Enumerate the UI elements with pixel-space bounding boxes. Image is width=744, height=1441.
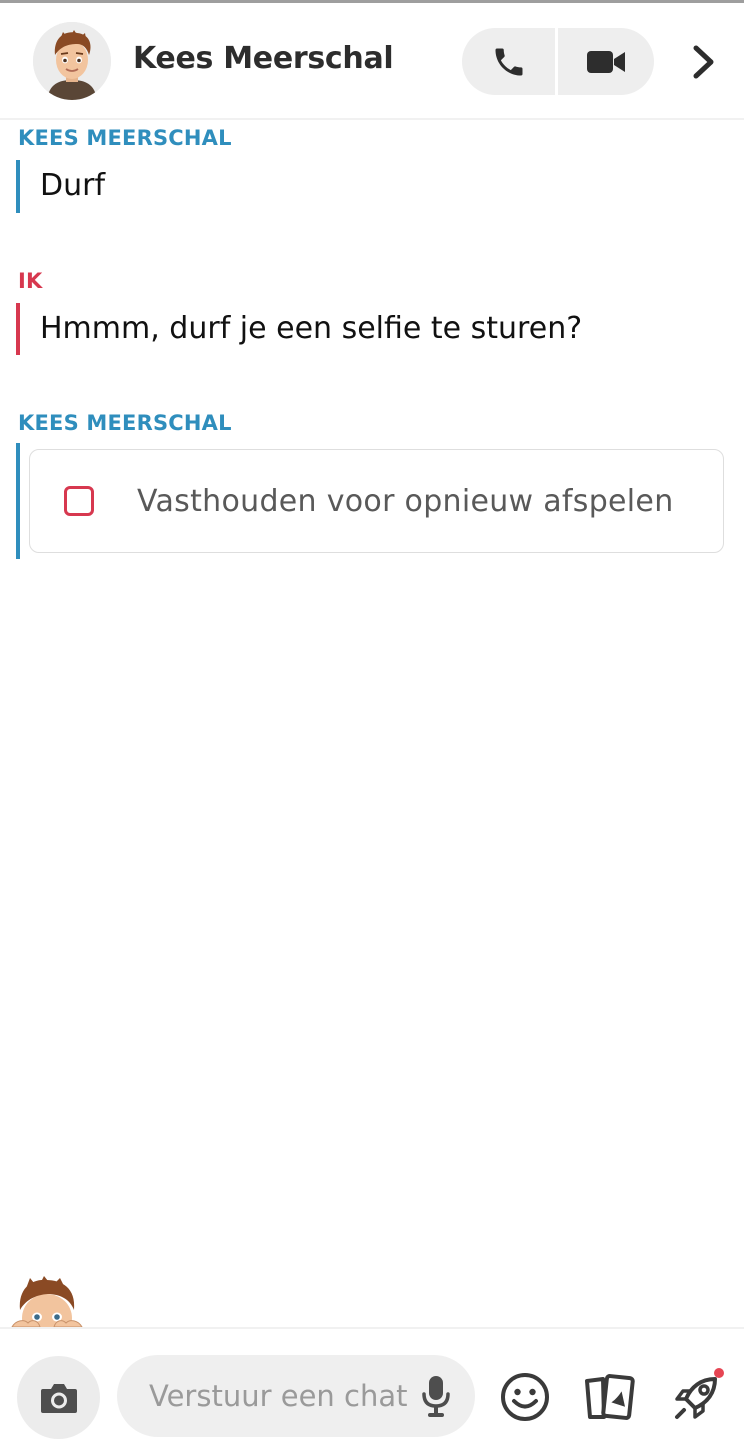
emoji-button[interactable] (498, 1370, 552, 1424)
message-indicator-bar (16, 443, 20, 559)
stickers-button[interactable] (583, 1370, 637, 1424)
chevron-right-button[interactable] (684, 39, 724, 85)
message-indicator-bar (16, 303, 20, 355)
voice-call-button[interactable] (462, 28, 558, 95)
message-sender: KEES MEERSCHAL (18, 411, 232, 435)
message-text[interactable]: Hmmm, durf je een selfie te sturen? (40, 311, 582, 346)
notification-dot (714, 1368, 724, 1378)
video-call-button[interactable] (558, 28, 654, 95)
typing-bitmoji (10, 1274, 84, 1327)
camera-icon (40, 1383, 77, 1413)
smiley-icon (501, 1373, 549, 1421)
avatar[interactable] (33, 22, 111, 100)
microphone-button[interactable] (419, 1374, 453, 1418)
microphone-icon (422, 1376, 450, 1417)
message-sender: IK (18, 269, 43, 293)
rocket-icon (675, 1377, 717, 1419)
cards-icon (585, 1374, 635, 1420)
camera-button[interactable] (17, 1356, 100, 1439)
chat-input-pill (117, 1355, 475, 1437)
chat-header: Kees Meerschal (0, 3, 744, 120)
snap-square-icon (64, 486, 94, 516)
video-camera-icon (587, 50, 625, 73)
message-sender: KEES MEERSCHAL (18, 126, 232, 150)
message-text[interactable]: Durf (40, 168, 105, 203)
bitmoji-peek-icon (11, 1276, 83, 1327)
snap-replay-card[interactable]: Vasthouden voor opnieuw afspelen (29, 449, 724, 553)
message-indicator-bar (16, 160, 20, 213)
games-button[interactable] (670, 1368, 724, 1424)
phone-icon (495, 48, 522, 75)
chat-input[interactable] (149, 1355, 419, 1437)
call-actions (462, 28, 654, 95)
chevron-right-icon (693, 45, 714, 79)
contact-name[interactable]: Kees Meerschal (133, 41, 394, 76)
bitmoji-avatar-icon (33, 22, 111, 100)
replay-label: Vasthouden voor opnieuw afspelen (137, 484, 674, 519)
chat-composer (0, 1327, 744, 1441)
